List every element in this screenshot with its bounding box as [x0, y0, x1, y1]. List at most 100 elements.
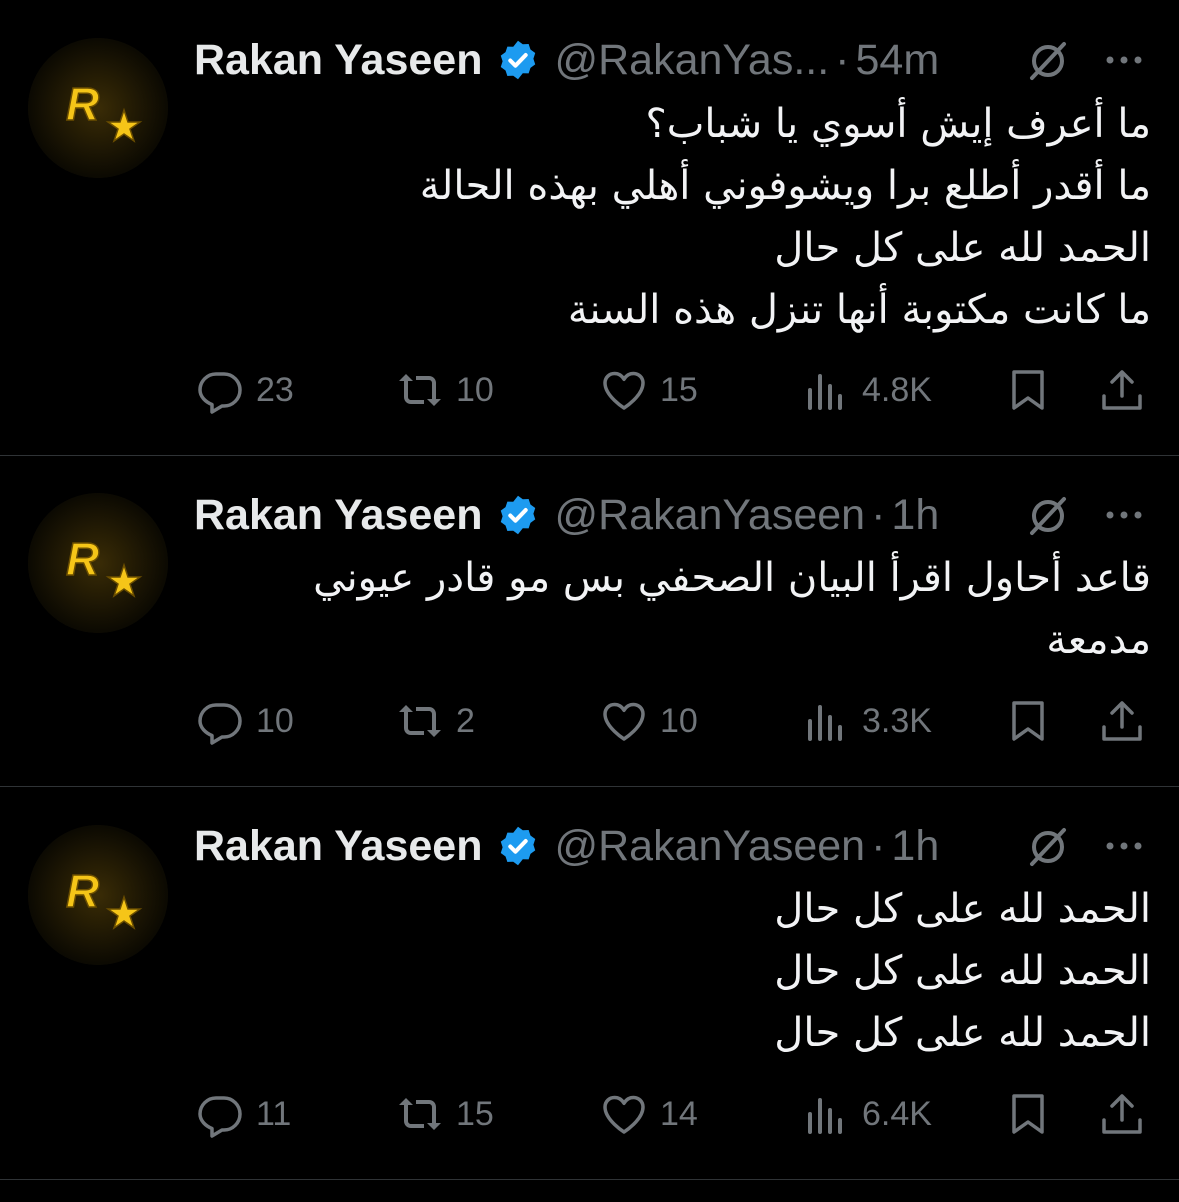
tweet-header: Rakan Yaseen @RakanYas... · 54m — [194, 30, 939, 90]
tweet-line: الحمد لله على كل حال — [774, 948, 1151, 994]
divider — [0, 1179, 1179, 1180]
svg-text:R: R — [66, 533, 99, 585]
svg-text:R: R — [66, 78, 99, 130]
timestamp[interactable]: 54m — [856, 36, 940, 85]
reply-icon — [198, 1096, 242, 1138]
tweet[interactable]: R Rakan Yaseen @RakanYas... · 54m ما أعر… — [0, 0, 1179, 455]
share-button[interactable] — [1098, 691, 1146, 751]
tweet[interactable]: R Rakan Yaseen @RakanYaseen · 1h قاعد أح… — [0, 456, 1179, 786]
bookmark-icon — [1012, 1094, 1044, 1134]
tweet-text: ما أعرف إيش أسوي يا شباب؟ ما أقدر أطلع ب… — [191, 93, 1151, 341]
tweet-line: الحمد لله على كل حال — [774, 225, 1151, 271]
repost-count: 2 — [456, 701, 475, 740]
like-button[interactable]: 15 — [600, 360, 698, 420]
reply-button[interactable]: 23 — [196, 360, 294, 420]
repost-button[interactable]: 10 — [396, 360, 494, 420]
share-icon — [1102, 701, 1142, 741]
rockstar-logo-icon: R — [28, 38, 168, 178]
like-count: 14 — [660, 1094, 698, 1133]
tweet-line: ما أقدر أطلع برا ويشوفوني أهلي بهذه الحا… — [419, 163, 1151, 209]
display-name[interactable]: Rakan Yaseen — [194, 491, 482, 540]
views-button[interactable]: 4.8K — [802, 360, 932, 420]
repost-icon — [399, 705, 441, 737]
like-count: 10 — [660, 701, 698, 740]
handle[interactable]: @RakanYaseen — [554, 491, 865, 540]
more-icon[interactable] — [1100, 822, 1148, 870]
share-button[interactable] — [1098, 360, 1146, 420]
views-button[interactable]: 3.3K — [802, 691, 932, 751]
reply-button[interactable]: 11 — [196, 1084, 291, 1144]
avatar[interactable]: R — [28, 825, 168, 965]
reply-button[interactable]: 10 — [196, 691, 294, 751]
tweet-header: Rakan Yaseen @RakanYaseen · 1h — [194, 485, 939, 545]
action-bar: 11 15 14 6.4K — [0, 1084, 1179, 1144]
bookmark-button[interactable] — [1004, 691, 1052, 751]
avatar[interactable]: R — [28, 38, 168, 178]
repost-button[interactable]: 15 — [396, 1084, 494, 1144]
views-icon — [808, 705, 842, 741]
timestamp[interactable]: 1h — [891, 491, 939, 540]
bookmark-icon — [1012, 370, 1044, 410]
repost-icon — [399, 374, 441, 406]
share-icon — [1102, 1094, 1142, 1134]
tweet-header: Rakan Yaseen @RakanYaseen · 1h — [194, 816, 939, 876]
tweet-line: الحمد لله على كل حال — [774, 886, 1151, 932]
heart-icon — [603, 1095, 645, 1134]
separator: · — [871, 490, 886, 539]
verified-badge-icon — [501, 40, 536, 80]
verified-badge-icon — [501, 826, 536, 866]
action-bar: 10 2 10 3.3K — [0, 691, 1179, 751]
rockstar-logo-icon: R — [28, 825, 168, 965]
like-count: 15 — [660, 370, 698, 409]
verified-badge-icon — [501, 495, 536, 535]
repost-button[interactable]: 2 — [396, 691, 475, 751]
grok-icon[interactable] — [1024, 36, 1072, 84]
more-icon[interactable] — [1100, 491, 1148, 539]
handle[interactable]: @RakanYas... — [554, 36, 829, 85]
separator: · — [871, 821, 886, 870]
reply-icon — [198, 372, 242, 414]
tweet-line: مدمعة — [1046, 617, 1151, 663]
repost-icon — [399, 1098, 441, 1130]
share-button[interactable] — [1098, 1084, 1146, 1144]
grok-icon[interactable] — [1024, 822, 1072, 870]
reply-count: 10 — [256, 701, 294, 740]
tweet-line: الحمد لله على كل حال — [774, 1010, 1151, 1056]
handle[interactable]: @RakanYaseen — [554, 822, 865, 871]
heart-icon — [603, 371, 645, 410]
tweet-text: قاعد أحاول اقرأ البيان الصحفي بس مو قادر… — [191, 547, 1151, 671]
svg-text:R: R — [66, 865, 99, 917]
repost-count: 15 — [456, 1094, 494, 1133]
views-icon — [808, 374, 842, 410]
display-name[interactable]: Rakan Yaseen — [194, 822, 482, 871]
reply-count: 11 — [256, 1094, 292, 1133]
tweet-line: ما كانت مكتوبة أنها تنزل هذه السنة — [567, 287, 1151, 333]
tweet-text: الحمد لله على كل حال الحمد لله على كل حا… — [191, 878, 1151, 1064]
more-icon[interactable] — [1100, 36, 1148, 84]
views-icon — [808, 1098, 842, 1134]
views-count: 6.4K — [862, 1094, 932, 1133]
like-button[interactable]: 10 — [600, 691, 698, 751]
rockstar-logo-icon: R — [28, 493, 168, 633]
views-count: 4.8K — [862, 370, 932, 409]
heart-icon — [603, 702, 645, 741]
tweet-line: ما أعرف إيش أسوي يا شباب؟ — [645, 101, 1151, 147]
grok-icon[interactable] — [1024, 491, 1072, 539]
timestamp[interactable]: 1h — [891, 822, 939, 871]
reply-icon — [198, 703, 242, 745]
display-name[interactable]: Rakan Yaseen — [194, 36, 482, 85]
tweet[interactable]: R Rakan Yaseen @RakanYaseen · 1h الحمد ل… — [0, 787, 1179, 1179]
bookmark-button[interactable] — [1004, 360, 1052, 420]
share-icon — [1102, 370, 1142, 410]
views-count: 3.3K — [862, 701, 932, 740]
bookmark-icon — [1012, 701, 1044, 741]
reply-count: 23 — [256, 370, 294, 409]
separator: · — [835, 35, 850, 84]
bookmark-button[interactable] — [1004, 1084, 1052, 1144]
like-button[interactable]: 14 — [600, 1084, 698, 1144]
views-button[interactable]: 6.4K — [802, 1084, 932, 1144]
tweet-line: قاعد أحاول اقرأ البيان الصحفي بس مو قادر… — [313, 555, 1151, 601]
avatar[interactable]: R — [28, 493, 168, 633]
repost-count: 10 — [456, 370, 494, 409]
action-bar: 23 10 15 4.8K — [0, 360, 1179, 420]
